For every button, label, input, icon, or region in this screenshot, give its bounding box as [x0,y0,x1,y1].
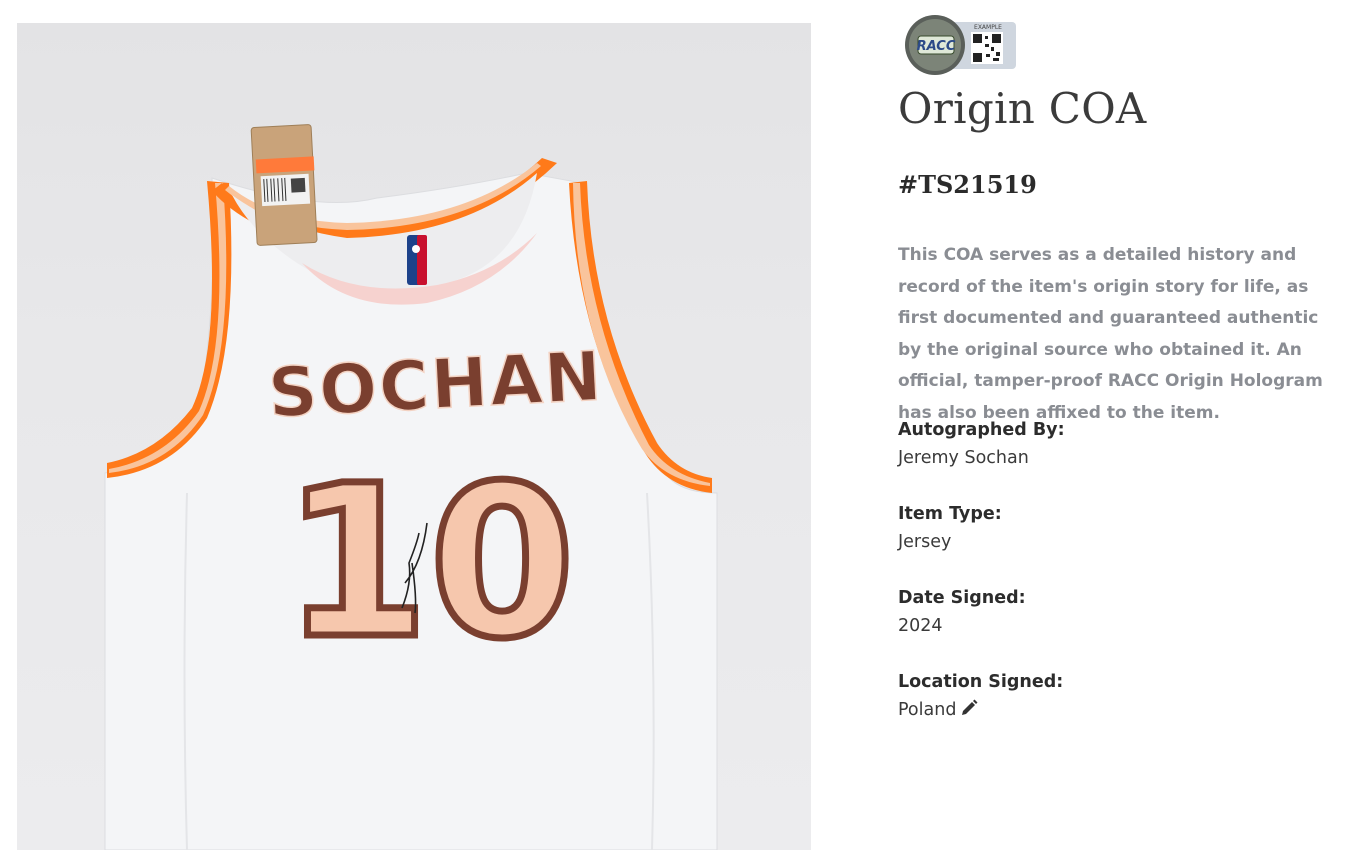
field-location-signed: Location Signed: Poland [898,670,1063,728]
page-title: Origin COA [898,84,1147,133]
field-autographed-by: Autographed By: Jeremy Sochan [898,418,1065,474]
hologram-stamp-text: EXAMPLE [974,24,1002,31]
jersey-illustration: SOCHAN 10 [104,124,718,850]
field-date-signed: Date Signed: 2024 [898,586,1026,642]
coa-description: This COA serves as a detailed history an… [898,245,1323,423]
jersey-number-text: 10 [283,440,575,685]
price-tag-icon [250,124,318,246]
field-label: Location Signed: [898,672,1064,692]
field-value: Jeremy Sochan [898,448,1029,468]
field-item-type: Item Type: Jersey [898,502,1002,558]
qr-code-icon [971,32,1003,64]
product-image[interactable]: SOCHAN 10 [17,23,811,850]
field-value: Poland [898,700,957,720]
field-value: Jersey [898,532,952,552]
field-label: Date Signed: [898,588,1026,608]
pencil-icon[interactable] [960,696,978,728]
field-value-row: Poland [898,694,1063,728]
field-label: Autographed By: [898,420,1065,440]
hologram-brand-text: RACC [917,39,956,54]
certificate-id: #TS21519 [898,170,1037,199]
racc-hologram-logo: RACC EXAMPLE [905,15,1016,75]
field-value: 2024 [898,616,943,636]
field-label: Item Type: [898,504,1002,524]
